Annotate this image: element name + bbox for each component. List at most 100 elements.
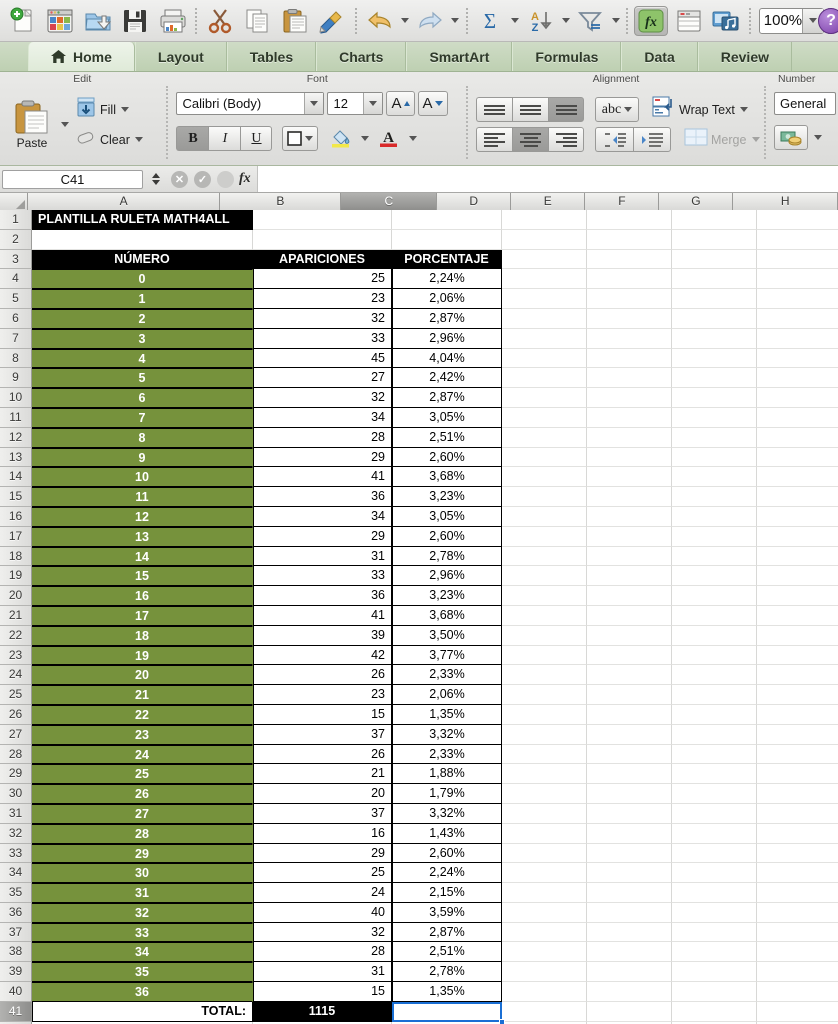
- grid-cell[interactable]: [757, 625, 838, 646]
- cell-porcentaje[interactable]: 2,51%: [392, 942, 502, 963]
- font-color-button[interactable]: A: [374, 126, 403, 151]
- grid-cell[interactable]: [587, 328, 672, 349]
- undo-dropdown-arrow-icon[interactable]: [399, 2, 412, 40]
- column-header-g[interactable]: G: [659, 193, 734, 210]
- row-header-41[interactable]: 41: [0, 1001, 32, 1022]
- grid-cell[interactable]: [672, 724, 757, 745]
- grid-cell[interactable]: [672, 645, 757, 666]
- grid-cell[interactable]: [587, 625, 672, 646]
- cell-apariciones[interactable]: 23: [253, 685, 392, 705]
- cell-porcentaje[interactable]: 3,05%: [392, 407, 502, 428]
- sort-az-icon[interactable]: AZ: [522, 2, 559, 40]
- grid-cell[interactable]: [587, 803, 672, 824]
- grid-cell[interactable]: [757, 348, 838, 369]
- cell-porcentaje[interactable]: 2,96%: [392, 328, 502, 349]
- grid-cell[interactable]: [502, 724, 587, 745]
- filter-icon[interactable]: [572, 2, 609, 40]
- cell-apariciones[interactable]: 45: [253, 348, 392, 369]
- cell-numero[interactable]: 7: [32, 407, 253, 428]
- cell-porcentaje[interactable]: 2,24%: [392, 269, 502, 290]
- cell-numero[interactable]: 34: [32, 942, 253, 963]
- grid-cell[interactable]: [672, 962, 757, 983]
- paste-icon[interactable]: [276, 2, 313, 40]
- open-folder-icon[interactable]: [79, 2, 116, 40]
- grid-cell[interactable]: [672, 269, 757, 290]
- grid-cell[interactable]: [587, 566, 672, 587]
- cell-porcentaje[interactable]: 1,88%: [392, 764, 502, 785]
- cell-porcentaje[interactable]: 4,04%: [392, 348, 502, 369]
- grid-cell[interactable]: [587, 843, 672, 864]
- grid-cell[interactable]: [587, 922, 672, 943]
- grid-cell[interactable]: [587, 229, 672, 250]
- grid-cell[interactable]: [672, 665, 757, 686]
- cell-numero[interactable]: 10: [32, 467, 253, 488]
- cell-apariciones[interactable]: 21: [253, 764, 392, 785]
- grid-cell[interactable]: [502, 685, 587, 705]
- column-header-e[interactable]: E: [511, 193, 586, 210]
- grid-cell[interactable]: [672, 784, 757, 804]
- column-header-b[interactable]: B: [220, 193, 342, 210]
- grid-cell[interactable]: [502, 249, 587, 270]
- cell-numero[interactable]: 2: [32, 308, 253, 329]
- grid-cell[interactable]: [502, 388, 587, 408]
- redo-dropdown-arrow-icon[interactable]: [449, 2, 462, 40]
- cell-porcentaje[interactable]: 3,32%: [392, 803, 502, 824]
- align-right-button[interactable]: [548, 127, 584, 152]
- grid-cell[interactable]: [502, 447, 587, 468]
- cell-porcentaje[interactable]: 2,51%: [392, 427, 502, 448]
- row-header-27[interactable]: 27: [0, 724, 32, 745]
- grid-cell[interactable]: [502, 229, 587, 250]
- grid-cell[interactable]: [672, 764, 757, 785]
- grid-cell[interactable]: [757, 407, 838, 428]
- grid-cell[interactable]: [587, 467, 672, 488]
- align-left-button[interactable]: [476, 127, 512, 152]
- wrap-text-dropdown-arrow-icon[interactable]: [738, 100, 751, 120]
- cell-apariciones[interactable]: 37: [253, 724, 392, 745]
- row-header-17[interactable]: 17: [0, 526, 32, 547]
- grid-cell[interactable]: [672, 348, 757, 369]
- grid-cell[interactable]: [502, 883, 587, 903]
- insert-function-button[interactable]: fx: [239, 171, 251, 187]
- grid-cell[interactable]: [672, 388, 757, 408]
- grid-cell[interactable]: [587, 269, 672, 290]
- header-numero[interactable]: NÚMERO: [32, 249, 253, 270]
- row-header-1[interactable]: 1: [0, 210, 32, 230]
- grid-cell[interactable]: [502, 348, 587, 369]
- header-porcentaje[interactable]: PORCENTAJE: [392, 249, 502, 270]
- grid-cell[interactable]: [253, 229, 392, 250]
- grid-cell[interactable]: [672, 942, 757, 963]
- row-header-9[interactable]: 9: [0, 368, 32, 389]
- tab-charts[interactable]: Charts: [316, 42, 407, 71]
- grid-cell[interactable]: [672, 823, 757, 844]
- grid-cell[interactable]: [587, 407, 672, 428]
- total-value-cell[interactable]: 1115: [253, 1001, 392, 1022]
- cell-porcentaje[interactable]: 3,68%: [392, 467, 502, 488]
- cell-numero[interactable]: 24: [32, 744, 253, 765]
- sort-dropdown-arrow-icon[interactable]: [559, 2, 572, 40]
- row-header-23[interactable]: 23: [0, 645, 32, 666]
- grid-cell[interactable]: [502, 902, 587, 923]
- cell-numero[interactable]: 5: [32, 368, 253, 389]
- cell-apariciones[interactable]: 15: [253, 982, 392, 1002]
- fill-handle[interactable]: [499, 1018, 505, 1024]
- cell-apariciones[interactable]: 31: [253, 962, 392, 983]
- fill-button[interactable]: Fill: [75, 96, 146, 123]
- row-header-15[interactable]: 15: [0, 487, 32, 507]
- grid-cell[interactable]: [32, 229, 253, 250]
- grid-cell[interactable]: [672, 605, 757, 626]
- grid-cell[interactable]: [672, 546, 757, 567]
- accept-entry-button[interactable]: ✓: [194, 170, 211, 188]
- cell-numero[interactable]: 21: [32, 685, 253, 705]
- cut-icon[interactable]: [201, 2, 238, 40]
- row-header-3[interactable]: 3: [0, 249, 32, 270]
- row-header-22[interactable]: 22: [0, 625, 32, 646]
- merge-button[interactable]: Merge: [684, 127, 762, 152]
- grid-cell[interactable]: [587, 447, 672, 468]
- grid-cell[interactable]: [502, 546, 587, 567]
- cell-numero[interactable]: 6: [32, 388, 253, 408]
- row-header-37[interactable]: 37: [0, 922, 32, 943]
- cell-numero[interactable]: 28: [32, 823, 253, 844]
- grid-cell[interactable]: [587, 665, 672, 686]
- column-header-h[interactable]: H: [733, 193, 838, 210]
- cell-porcentaje[interactable]: 3,32%: [392, 724, 502, 745]
